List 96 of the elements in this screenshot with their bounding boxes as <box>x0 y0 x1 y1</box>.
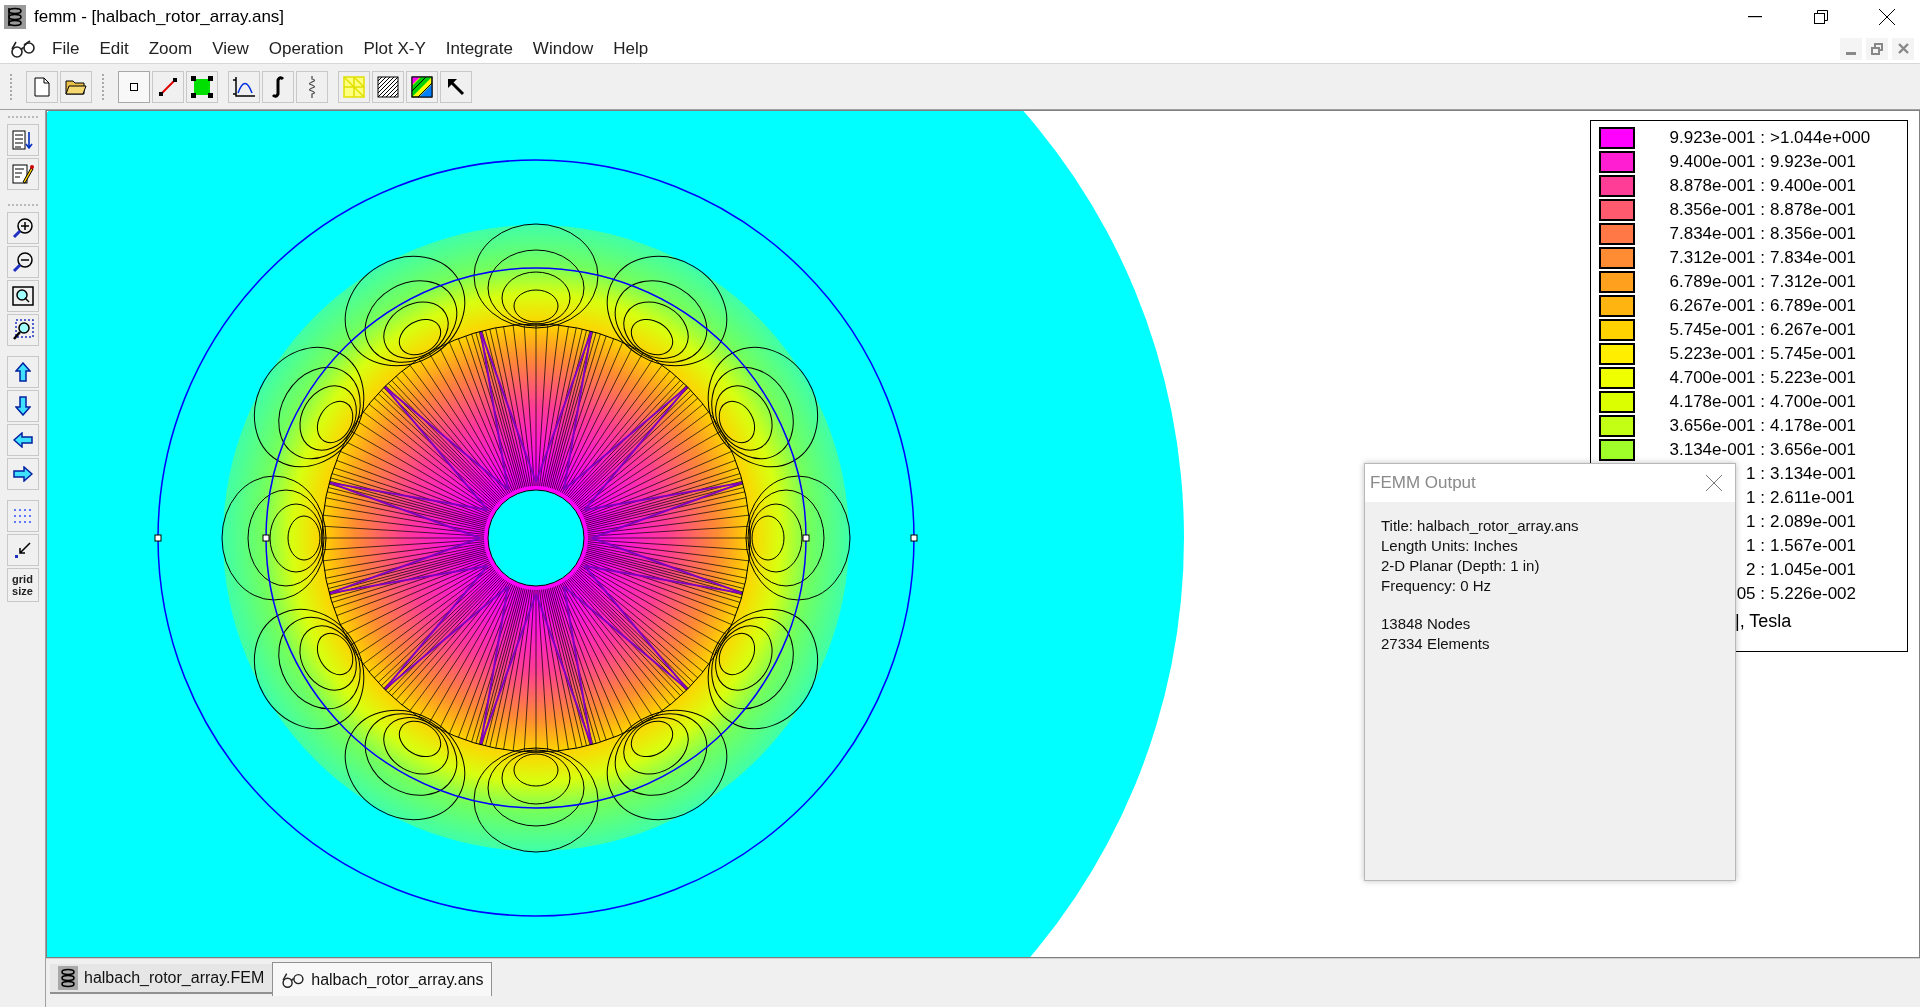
mdi-close-button[interactable] <box>1892 37 1914 60</box>
arrow-left-icon[interactable] <box>6 424 39 456</box>
color-map-icon[interactable] <box>406 70 438 103</box>
grid-dots-icon[interactable] <box>6 500 39 532</box>
output-close-button[interactable] <box>1705 474 1723 492</box>
output-text: 27334 Elements <box>1381 634 1491 654</box>
mdi-minimize-button[interactable] <box>1840 37 1862 60</box>
legend-range-start: 1 : <box>1746 511 1765 534</box>
minimize-icon <box>1748 16 1762 18</box>
output-text: 2-D Planar (Depth: 1 in) <box>1381 556 1541 576</box>
legend-range-start: 8.878e-001 : <box>1669 175 1765 198</box>
zoom-out-icon[interactable] <box>6 246 39 278</box>
legend-range-end: 4.700e-001 <box>1770 391 1857 414</box>
output-text: Length Units: Inches <box>1381 536 1519 556</box>
legend-range-start: 6.267e-001 : <box>1669 295 1765 318</box>
legend-range-end: 9.400e-001 <box>1770 175 1857 198</box>
legend-range-start: 9.923e-001 : <box>1669 127 1765 150</box>
document-tab[interactable]: halbach_rotor_array.FEM <box>50 964 273 994</box>
menu-item[interactable]: Edit <box>89 35 139 62</box>
legend-range-end: 6.267e-001 <box>1770 319 1857 342</box>
menu-item[interactable]: Zoom <box>138 35 203 62</box>
point-mode-icon[interactable] <box>118 70 150 103</box>
restore-icon <box>1871 42 1883 55</box>
legend-range-end: 2.611e-001 <box>1770 487 1855 510</box>
menu-item[interactable]: File <box>42 35 90 62</box>
legend-range-end: 4.178e-001 <box>1770 415 1857 438</box>
legend-range-end: 8.356e-001 <box>1770 223 1857 246</box>
menu-item[interactable]: View <box>202 35 259 62</box>
legend-range-end: >1.044e+000 <box>1770 127 1871 150</box>
menu-item[interactable]: Plot X-Y <box>353 35 436 62</box>
output-text: Frequency: 0 Hz <box>1381 576 1493 596</box>
open-folder-icon[interactable] <box>60 70 92 103</box>
legend-range-end: 5.745e-001 <box>1770 343 1857 366</box>
output-text: 13848 Nodes <box>1381 614 1472 634</box>
arrow-up-icon[interactable] <box>6 356 39 388</box>
legend-range-end: 9.923e-001 <box>1770 151 1857 174</box>
legend-range-start: 2 : <box>1746 559 1765 582</box>
legend-range-start: 7.834e-001 : <box>1669 223 1765 246</box>
legend-range-start: 5.223e-001 : <box>1669 343 1765 366</box>
arrow-down-icon[interactable] <box>6 390 39 422</box>
legend-range-start: 1 : <box>1746 487 1765 510</box>
legend-range-start: 7.312e-001 : <box>1669 247 1765 270</box>
legend-range-end: 6.789e-001 <box>1770 295 1857 318</box>
grid-size-button[interactable]: grid size <box>6 568 39 602</box>
legend-range-start: 05 : <box>1736 583 1765 606</box>
zoom-window-icon[interactable] <box>6 314 39 346</box>
legend-range-start: 8.356e-001 : <box>1669 199 1765 222</box>
legend-range-start: 1 : <box>1746 463 1765 486</box>
integral-icon[interactable] <box>262 70 294 103</box>
legend-range-start: 4.700e-001 : <box>1669 367 1765 390</box>
legend-range-start: 1 : <box>1746 535 1765 558</box>
menu-item[interactable]: Integrate <box>435 35 523 62</box>
legend-range-end: 8.878e-001 <box>1770 199 1857 222</box>
close-icon <box>1879 9 1895 25</box>
legend-range-end: 7.312e-001 <box>1770 271 1857 294</box>
legend-range-start: 4.178e-001 : <box>1669 391 1765 414</box>
minimize-icon <box>1846 51 1856 55</box>
output-text: Title: halbach_rotor_array.ans <box>1381 516 1580 536</box>
arrow-right-icon[interactable] <box>6 458 39 490</box>
coil-stack-icon <box>58 966 78 990</box>
zoom-in-icon[interactable] <box>6 212 39 244</box>
glasses-icon[interactable] <box>10 38 36 59</box>
close-icon <box>1897 43 1909 54</box>
legend-range-start: 9.400e-001 : <box>1669 151 1765 174</box>
edit-text-icon[interactable] <box>6 158 39 190</box>
app-icon <box>4 5 26 29</box>
legend-range-end: 1.045e-001 <box>1770 559 1857 582</box>
legend-range-start: 3.656e-001 : <box>1669 415 1765 438</box>
block-mode-icon[interactable] <box>186 70 218 103</box>
legend-range-start: 6.789e-001 : <box>1669 271 1765 294</box>
output-window-title: FEMM Output <box>1370 472 1476 495</box>
new-file-icon[interactable] <box>26 70 58 103</box>
list-sort-icon[interactable] <box>6 124 39 156</box>
coil-icon[interactable] <box>296 70 328 103</box>
mdi-restore-button[interactable] <box>1866 37 1888 60</box>
plot-curve-icon[interactable] <box>228 70 260 103</box>
legend-range-end: 3.656e-001 <box>1770 439 1857 462</box>
document-tab[interactable]: halbach_rotor_array.ans <box>272 962 493 996</box>
legend-range-end: 7.834e-001 <box>1770 247 1857 270</box>
hatched-square-icon[interactable] <box>372 70 404 103</box>
legend-range-start: 5.745e-001 : <box>1669 319 1765 342</box>
legend-range-end: 3.134e-001 <box>1770 463 1857 486</box>
legend-range-end: 1.567e-001 <box>1770 535 1857 558</box>
window-title: femm - [halbach_rotor_array.ans] <box>34 6 285 29</box>
menu-item[interactable]: Window <box>522 35 604 62</box>
restore-icon <box>1814 10 1828 24</box>
close-icon <box>1706 475 1722 491</box>
line-mode-icon[interactable] <box>152 70 184 103</box>
legend-range-start: 3.134e-001 : <box>1669 439 1765 462</box>
legend-range-end: 2.089e-001 <box>1770 511 1857 534</box>
legend-range-end: 5.226e-002 <box>1770 583 1857 606</box>
legend-units: |, Tesla <box>1734 610 1793 633</box>
menu-item[interactable]: Help <box>603 35 659 62</box>
menu-item[interactable]: Operation <box>258 35 354 62</box>
legend-range-end: 5.223e-001 <box>1770 367 1857 390</box>
zoom-fit-icon[interactable] <box>6 280 39 312</box>
